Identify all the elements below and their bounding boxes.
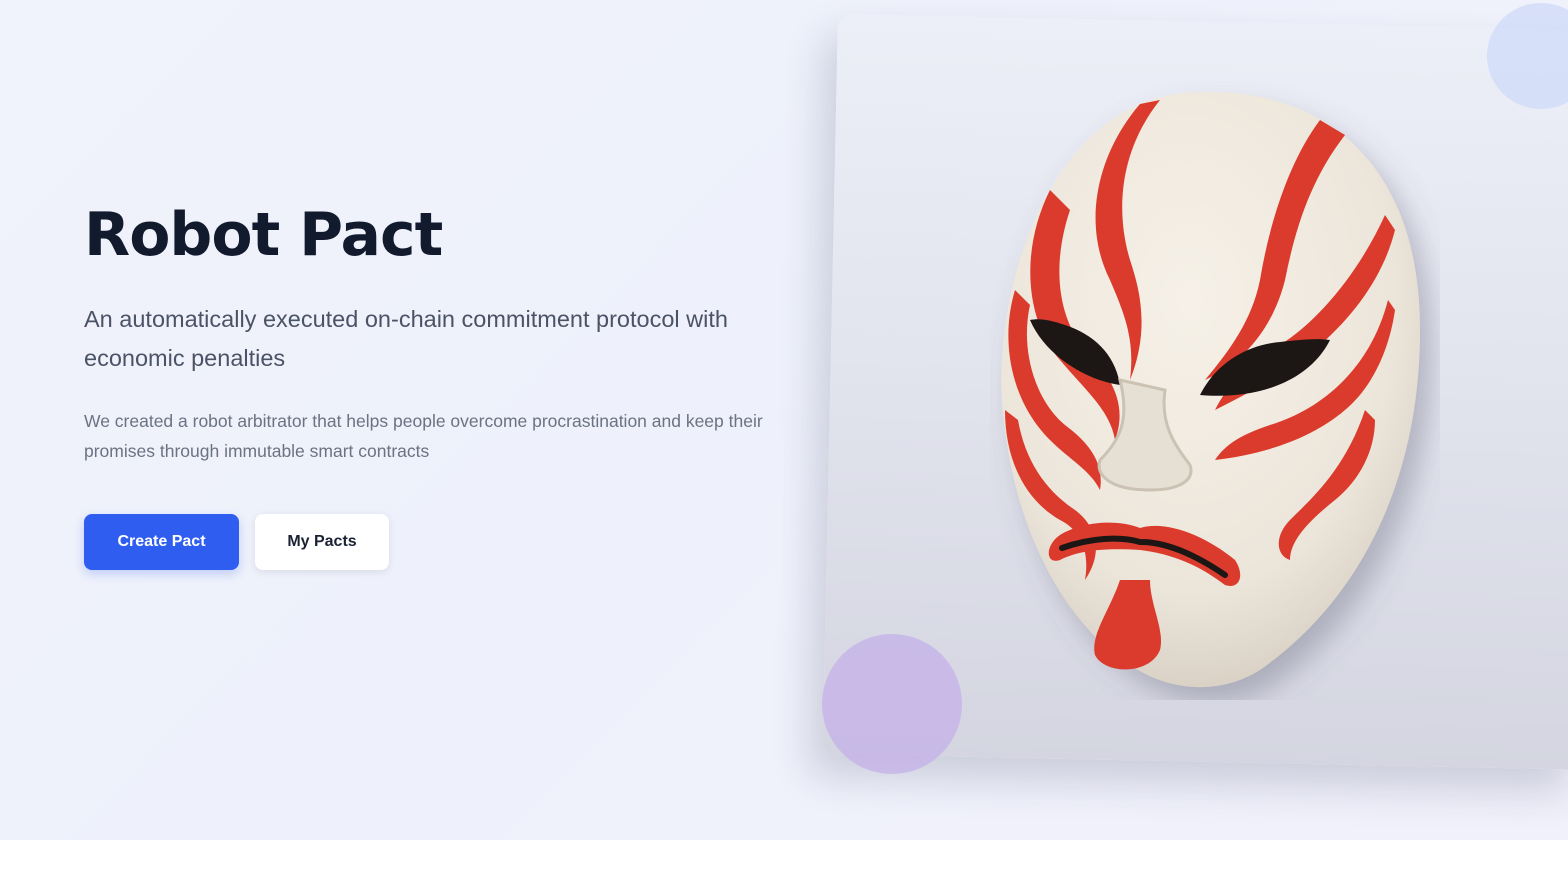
hero-section: Robot Pact An automatically executed on-… (0, 0, 1568, 840)
decorative-blob-bottom (822, 634, 962, 774)
hero-subtitle: An automatically executed on-chain commi… (84, 306, 728, 371)
hero-text-block: Robot Pact An automatically executed on-… (84, 196, 784, 466)
my-pacts-button[interactable]: My Pacts (255, 514, 389, 570)
create-pact-button[interactable]: Create Pact (84, 514, 239, 570)
hero-description: We created a robot arbitrator that helps… (84, 411, 763, 461)
page-title: Robot Pact (84, 200, 443, 270)
kabuki-mask-icon (990, 80, 1440, 700)
hero-actions: Create Pact My Pacts (84, 514, 389, 570)
